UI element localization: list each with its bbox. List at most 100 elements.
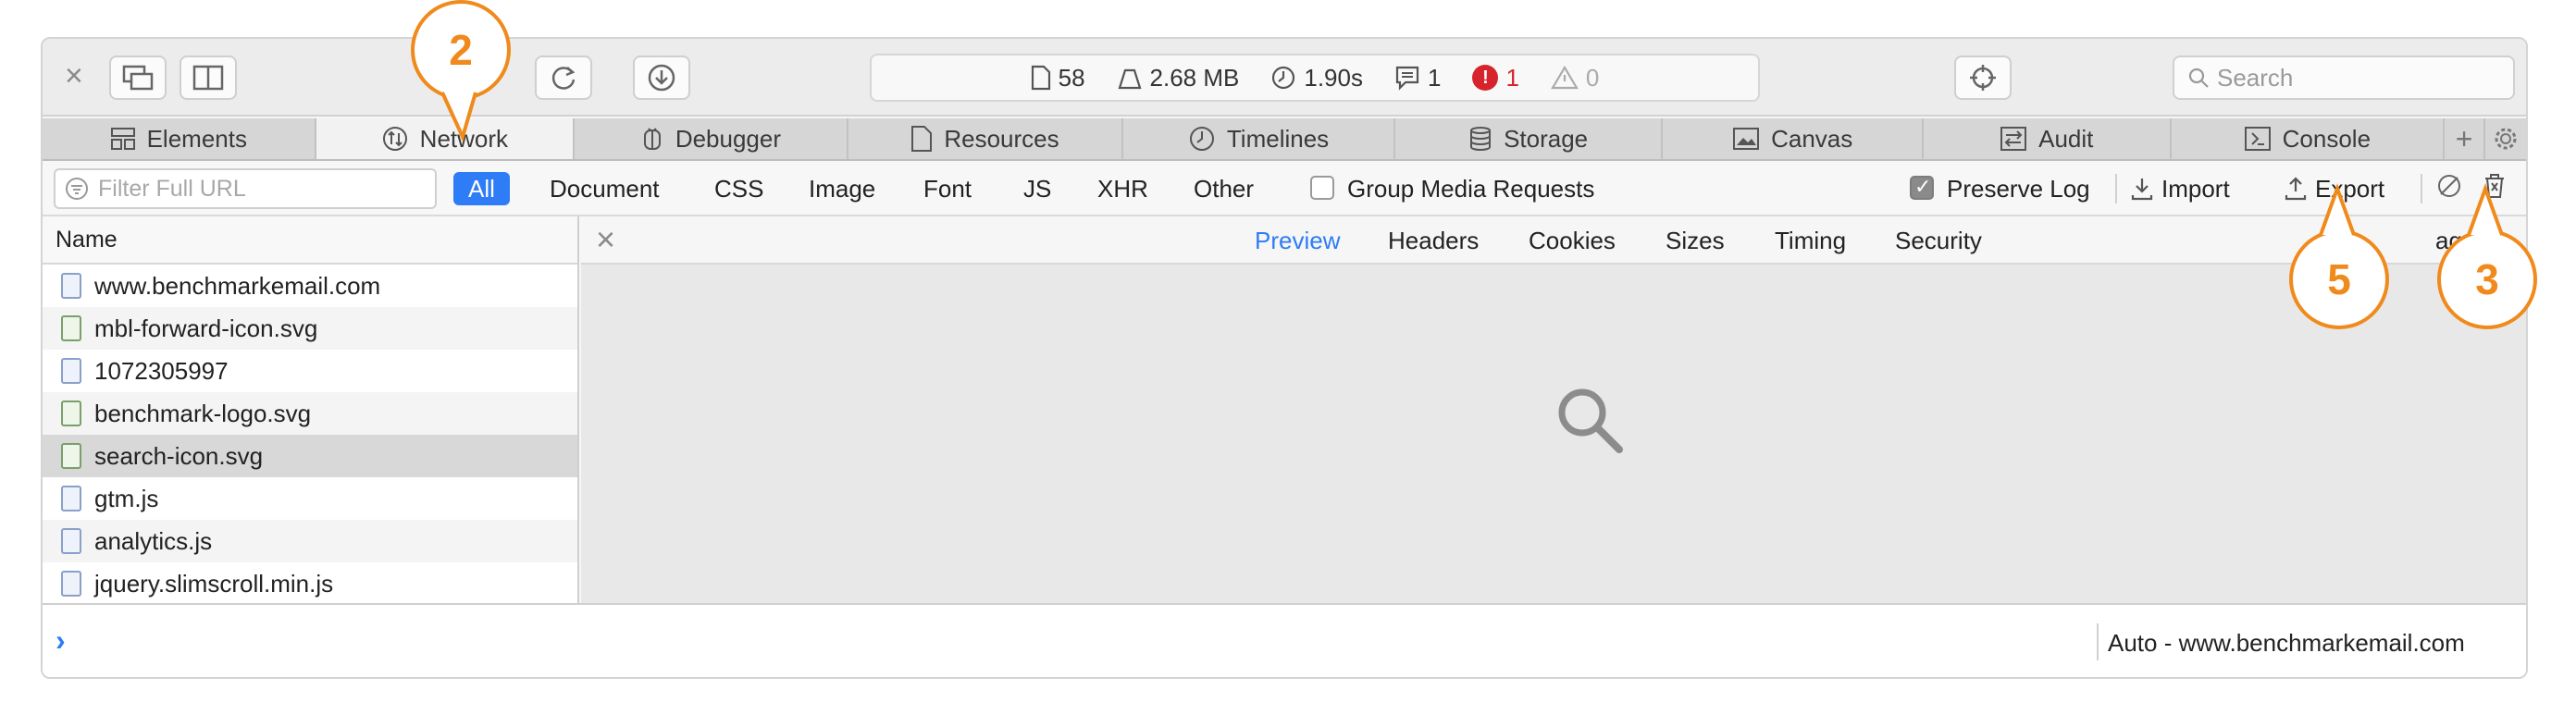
tab-bar: Elements Network Debugger Resources Time… xyxy=(43,118,2526,161)
detail-tab-bar: × Preview Headers Cookies Sizes Timing S… xyxy=(581,216,2526,265)
log-icon xyxy=(1395,66,1419,91)
console-prompt-icon: › xyxy=(56,623,66,657)
detail-tab-timing[interactable]: Timing xyxy=(1775,226,1846,255)
search-input[interactable] xyxy=(2217,63,2495,92)
image-file-icon xyxy=(61,400,81,426)
execution-context-selector[interactable]: Auto - www.benchmarkemail.com xyxy=(2108,629,2465,658)
detach-window-icon xyxy=(122,65,154,91)
callout-5-pointer xyxy=(2319,183,2356,236)
settings-button[interactable] xyxy=(2485,118,2526,159)
magnifier-icon xyxy=(1558,388,1623,453)
list-item[interactable]: mbl-forward-icon.svg xyxy=(43,307,577,350)
console-divider xyxy=(2097,623,2099,660)
tab-resources[interactable]: Resources xyxy=(848,118,1124,159)
warning-count[interactable]: 0 xyxy=(1550,64,1599,92)
quick-console[interactable]: › Auto - www.benchmarkemail.com xyxy=(43,603,2526,677)
network-icon xyxy=(382,127,407,151)
close-icon[interactable]: × xyxy=(65,57,83,94)
storage-icon xyxy=(1470,127,1492,151)
warning-icon xyxy=(1550,65,1579,90)
tab-storage[interactable]: Storage xyxy=(1395,118,1664,159)
web-inspector-window: × 58 2.68 MB 1.90s 1 ! 1 0 Search Elemen… xyxy=(41,37,2528,679)
document-icon xyxy=(1031,65,1050,91)
script-file-icon xyxy=(61,486,81,511)
request-detail-pane: × Preview Headers Cookies Sizes Timing S… xyxy=(581,216,2526,603)
list-item[interactable]: gtm.js xyxy=(43,477,577,520)
close-detail-icon[interactable]: × xyxy=(596,220,615,259)
crosshair-icon xyxy=(1970,65,1996,91)
import-icon xyxy=(2131,179,2153,201)
no-cache-icon xyxy=(2438,175,2460,197)
resources-icon xyxy=(911,126,933,152)
gear-icon xyxy=(2495,128,2517,150)
tab-canvas[interactable]: Canvas xyxy=(1663,118,1924,159)
download-archive-button[interactable] xyxy=(633,55,690,100)
tab-audit[interactable]: Audit xyxy=(1924,118,2172,159)
image-file-icon xyxy=(61,315,81,341)
network-filter-bar: All Document CSS Image Font JS XHR Other… xyxy=(43,161,2526,216)
script-file-icon xyxy=(61,528,81,554)
list-item[interactable]: www.benchmarkemail.com xyxy=(43,265,577,307)
script-file-icon xyxy=(61,358,81,384)
url-filter-field[interactable] xyxy=(54,168,437,209)
export-icon xyxy=(2285,177,2307,201)
detail-tab-preview[interactable]: Preview xyxy=(1255,226,1340,255)
debugger-icon xyxy=(643,128,661,150)
detail-tab-sizes[interactable]: Sizes xyxy=(1666,226,1725,255)
tab-timelines[interactable]: Timelines xyxy=(1123,118,1395,159)
filter-other-button[interactable]: Other xyxy=(1194,174,1254,203)
canvas-icon xyxy=(1733,128,1760,150)
list-item[interactable]: analytics.js xyxy=(43,520,577,562)
plus-icon: + xyxy=(2455,121,2473,155)
new-tab-button[interactable]: + xyxy=(2445,118,2486,159)
download-icon xyxy=(648,64,675,92)
inspect-element-button[interactable] xyxy=(1954,55,2012,100)
import-button[interactable]: Import xyxy=(2130,174,2230,203)
resource-size[interactable]: 2.68 MB xyxy=(1117,64,1239,92)
audit-icon xyxy=(2000,127,2027,151)
dock-side-button[interactable] xyxy=(180,55,237,100)
callout-5: 5 xyxy=(2289,229,2389,329)
filter-xhr-button[interactable]: XHR xyxy=(1097,174,1148,203)
reload-button[interactable] xyxy=(535,55,592,100)
group-media-checkbox[interactable] xyxy=(1310,176,1334,200)
filter-document-button[interactable]: Document xyxy=(550,174,660,203)
preserve-log-checkbox[interactable] xyxy=(1910,175,1934,200)
tab-debugger[interactable]: Debugger xyxy=(575,118,848,159)
callout-3-pointer xyxy=(2467,183,2504,236)
global-search-field[interactable] xyxy=(2173,55,2515,100)
tab-elements[interactable]: Elements xyxy=(43,118,316,159)
script-file-icon xyxy=(61,571,81,597)
load-time[interactable]: 1.90s xyxy=(1270,64,1363,92)
list-item[interactable]: benchmark-logo.svg xyxy=(43,392,577,435)
callout-3: 3 xyxy=(2437,229,2537,329)
elements-icon xyxy=(110,128,135,150)
filter-image-button[interactable]: Image xyxy=(809,174,875,203)
name-column-header[interactable]: Name xyxy=(43,216,577,265)
preview-placeholder xyxy=(1553,383,1627,462)
filter-font-button[interactable]: Font xyxy=(923,174,972,203)
detail-tab-headers[interactable]: Headers xyxy=(1388,226,1479,255)
toolbar-divider xyxy=(2115,174,2117,203)
detail-tab-cookies[interactable]: Cookies xyxy=(1529,226,1616,255)
error-count[interactable]: ! 1 xyxy=(1472,64,1519,92)
filter-icon xyxy=(66,178,88,200)
detach-window-button[interactable] xyxy=(109,55,167,100)
error-icon: ! xyxy=(1472,65,1499,91)
request-list: Name www.benchmarkemail.com mbl-forward-… xyxy=(43,216,579,603)
dock-side-icon xyxy=(192,65,224,91)
detail-tab-security[interactable]: Security xyxy=(1895,226,1982,255)
tab-console[interactable]: Console xyxy=(2172,118,2446,159)
filter-all-button[interactable]: All xyxy=(453,172,510,205)
toolbar-divider xyxy=(2421,174,2422,203)
filter-css-button[interactable]: CSS xyxy=(714,174,763,203)
log-count[interactable]: 1 xyxy=(1394,64,1441,92)
list-item[interactable]: 1072305997 xyxy=(43,350,577,392)
list-item[interactable]: jquery.slimscroll.min.js xyxy=(43,562,577,603)
filter-input[interactable] xyxy=(98,175,413,203)
list-item-selected[interactable]: search-icon.svg xyxy=(43,435,577,477)
search-icon xyxy=(2188,68,2209,88)
resource-count[interactable]: 58 xyxy=(1031,64,1085,92)
filter-js-button[interactable]: JS xyxy=(1023,174,1051,203)
disable-cache-button[interactable] xyxy=(2435,172,2463,206)
